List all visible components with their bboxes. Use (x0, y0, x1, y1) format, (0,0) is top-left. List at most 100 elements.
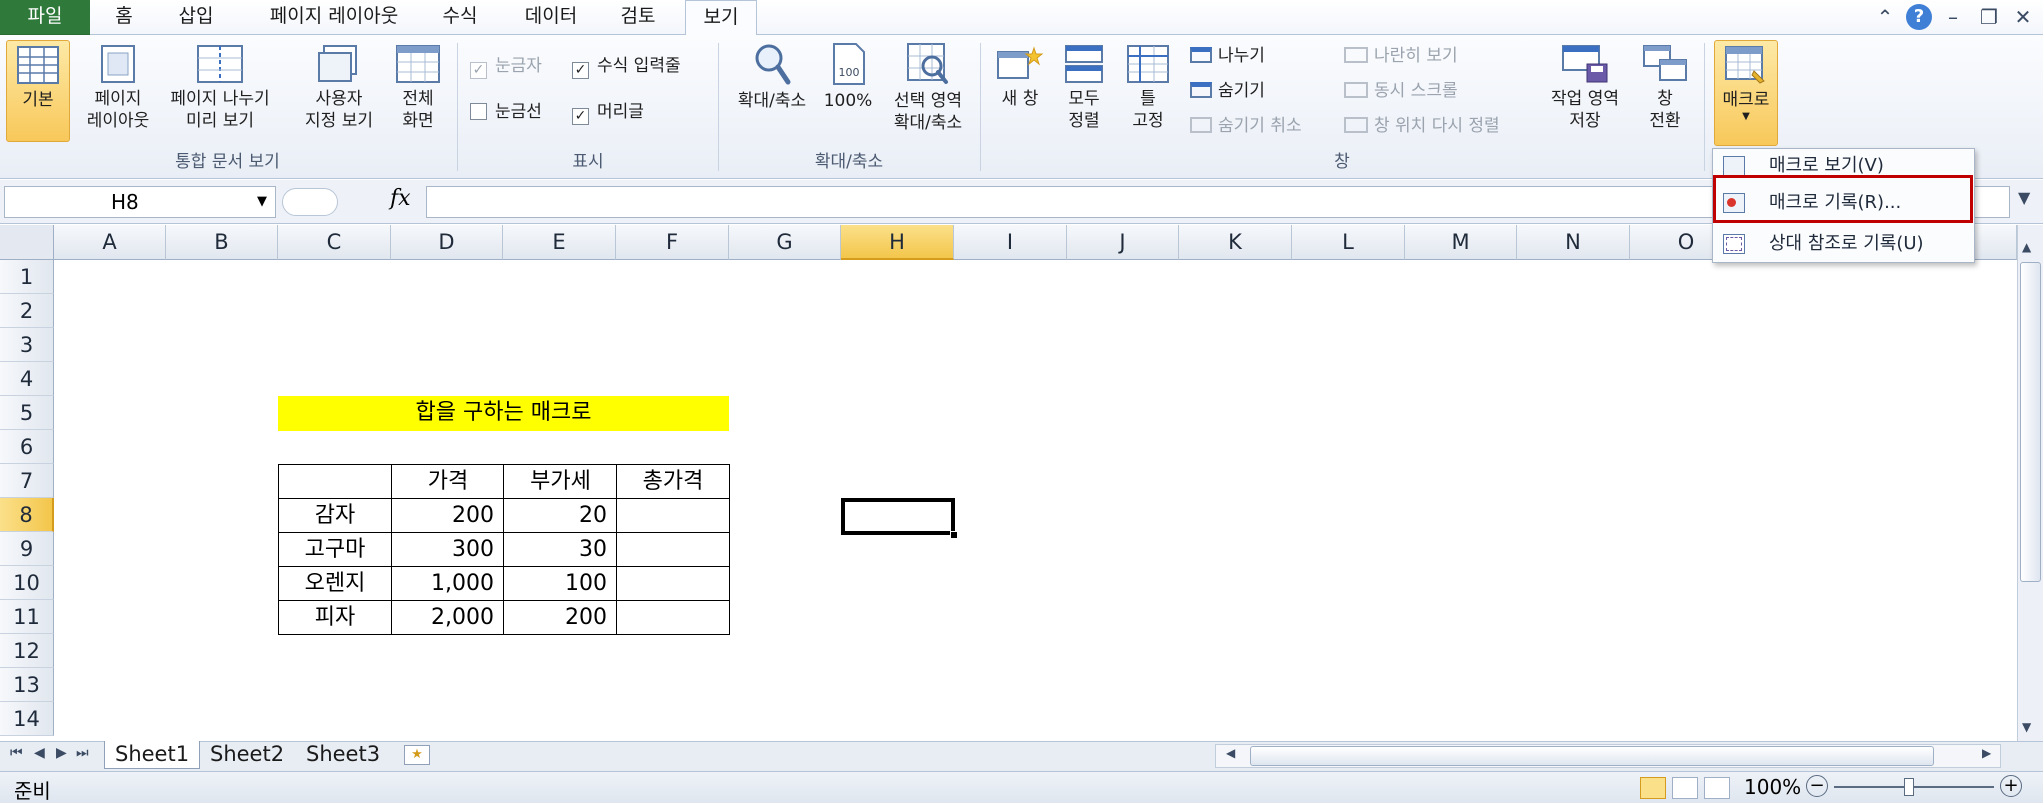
zoom-100-button[interactable]: 100 100% (820, 40, 876, 142)
table-cell[interactable]: 100 (503, 566, 618, 601)
column-header-i[interactable]: I (954, 225, 1067, 260)
view-side-by-side-button[interactable]: 나란히 보기 (1344, 45, 1458, 67)
minimize-ribbon-icon[interactable]: ⌃ (1872, 2, 1898, 32)
row-header-4[interactable]: 4 (0, 362, 54, 396)
custom-views-button[interactable]: 사용자 지정 보기 (294, 40, 384, 142)
page-layout-status-icon[interactable] (1672, 777, 1698, 799)
help-icon[interactable]: ? (1906, 4, 1932, 30)
column-header-d[interactable]: D (391, 225, 503, 260)
macro-title-cell[interactable]: 합을 구하는 매크로 (278, 396, 729, 431)
normal-view-status-icon[interactable] (1640, 777, 1666, 799)
full-screen-button[interactable]: 전체 화면 (388, 40, 448, 142)
column-header-m[interactable]: M (1405, 225, 1517, 260)
formula-bar-checkbox[interactable]: ✓ 수식 입력줄 (572, 55, 681, 79)
tab-home[interactable]: 홈 (104, 0, 144, 35)
sheet-tab-sheet3[interactable]: Sheet3 (296, 741, 390, 769)
scroll-right-icon[interactable]: ▶ (1982, 746, 1991, 760)
table-cell[interactable] (616, 566, 730, 601)
page-break-status-icon[interactable] (1704, 777, 1730, 799)
arrange-all-button[interactable]: 모두 정렬 (1054, 40, 1114, 142)
row-header-8[interactable]: 8 (0, 498, 54, 532)
column-header-f[interactable]: F (616, 225, 729, 260)
vertical-scroll-thumb[interactable] (2020, 262, 2041, 582)
table-cell[interactable] (616, 532, 730, 567)
gridlines-checkbox[interactable]: 눈금선 (470, 101, 542, 123)
zoom-out-icon[interactable]: − (1806, 775, 1828, 797)
new-window-button[interactable]: 새 창 (990, 40, 1050, 142)
fill-handle[interactable] (950, 531, 958, 539)
table-cell[interactable]: 감자 (278, 498, 392, 533)
column-header-c[interactable]: C (278, 225, 391, 260)
row-header-11[interactable]: 11 (0, 600, 54, 634)
tab-file[interactable]: 파일 (0, 0, 90, 35)
split-button[interactable]: 나누기 (1190, 45, 1265, 67)
zoom-slider-thumb[interactable] (1904, 778, 1914, 796)
macros-button[interactable]: 매크로 ▼ (1714, 40, 1778, 146)
tab-view[interactable]: 보기 (685, 0, 757, 36)
row-header-13[interactable]: 13 (0, 668, 54, 702)
minimize-window-icon[interactable]: – (1940, 2, 1966, 32)
zoom-level[interactable]: 100% (1744, 775, 1801, 799)
table-cell[interactable]: 오렌지 (278, 566, 392, 601)
table-header-cell[interactable] (278, 464, 392, 499)
table-header-cell[interactable]: 총가격 (616, 464, 730, 499)
column-header-b[interactable]: B (166, 225, 278, 260)
tab-review[interactable]: 검토 (612, 0, 664, 35)
restore-window-icon[interactable]: ❐ (1976, 2, 2002, 32)
table-cell[interactable]: 2,000 (391, 600, 505, 635)
expand-formula-bar-icon[interactable]: ▼ (2018, 188, 2030, 207)
column-header-h[interactable]: H (841, 225, 954, 260)
column-header-j[interactable]: J (1067, 225, 1179, 260)
sheet-tab-sheet1[interactable]: Sheet1 (104, 741, 201, 769)
column-header-e[interactable]: E (503, 225, 616, 260)
chevron-down-icon[interactable]: ▼ (257, 187, 267, 217)
name-box[interactable]: H8 ▼ (4, 186, 276, 218)
tab-insert[interactable]: 삽입 (170, 0, 222, 35)
column-header-k[interactable]: K (1179, 225, 1292, 260)
tab-page-layout[interactable]: 페이지 레이아웃 (254, 0, 414, 35)
column-header-g[interactable]: G (729, 225, 841, 260)
row-header-5[interactable]: 5 (0, 396, 54, 430)
table-cell[interactable]: 30 (503, 532, 618, 567)
freeze-panes-button[interactable]: 틀 고정 (1118, 40, 1178, 142)
menu-item-relative-reference[interactable]: 상대 참조로 기록(U) (1713, 227, 1974, 261)
column-header-l[interactable]: L (1292, 225, 1405, 260)
normal-view-button[interactable]: 기본 (6, 40, 70, 142)
tab-formulas[interactable]: 수식 (434, 0, 486, 35)
switch-windows-button[interactable]: 창 전환 (1632, 40, 1698, 142)
ruler-checkbox[interactable]: ✓ 눈금자 (470, 55, 542, 79)
table-cell[interactable]: 고구마 (278, 532, 392, 567)
formula-bar-handle-icon[interactable] (282, 188, 338, 216)
row-header-7[interactable]: 7 (0, 464, 54, 498)
table-cell[interactable]: 200 (391, 498, 505, 533)
sheet-nav-last-icon[interactable]: ⏭ (76, 745, 89, 761)
sheet-nav-next-icon[interactable]: ▶ (56, 745, 67, 761)
page-break-preview-button[interactable]: 페이지 나누기 미리 보기 (160, 40, 280, 142)
zoom-button[interactable]: 확대/축소 (728, 40, 816, 142)
table-cell[interactable] (616, 600, 730, 635)
table-header-cell[interactable]: 부가세 (503, 464, 618, 499)
hide-window-button[interactable]: 숨기기 (1190, 80, 1265, 102)
row-header-6[interactable]: 6 (0, 430, 54, 464)
insert-function-icon[interactable]: fx (390, 186, 411, 211)
table-cell[interactable]: 피자 (278, 600, 392, 635)
row-header-10[interactable]: 10 (0, 566, 54, 600)
select-all-corner[interactable] (0, 225, 54, 260)
row-header-9[interactable]: 9 (0, 532, 54, 566)
zoom-slider[interactable] (1834, 786, 1994, 788)
scroll-left-icon[interactable]: ◀ (1226, 746, 1235, 760)
sheet-nav-prev-icon[interactable]: ◀ (34, 745, 45, 761)
zoom-in-icon[interactable]: + (2000, 775, 2022, 797)
row-header-12[interactable]: 12 (0, 634, 54, 668)
tab-data[interactable]: 데이터 (516, 0, 586, 35)
horizontal-scroll-thumb[interactable] (1250, 746, 1934, 766)
table-cell[interactable]: 300 (391, 532, 505, 567)
table-cell[interactable]: 20 (503, 498, 618, 533)
sheet-tab-sheet2[interactable]: Sheet2 (200, 741, 294, 769)
save-workspace-button[interactable]: 작업 영역 저장 (1540, 40, 1630, 142)
zoom-to-selection-button[interactable]: 선택 영역 확대/축소 (880, 40, 976, 142)
row-header-2[interactable]: 2 (0, 294, 54, 328)
synchronous-scrolling-button[interactable]: 동시 스크롤 (1344, 80, 1458, 102)
scroll-up-icon[interactable]: ▲ (2022, 240, 2031, 254)
table-cell[interactable]: 200 (503, 600, 618, 635)
